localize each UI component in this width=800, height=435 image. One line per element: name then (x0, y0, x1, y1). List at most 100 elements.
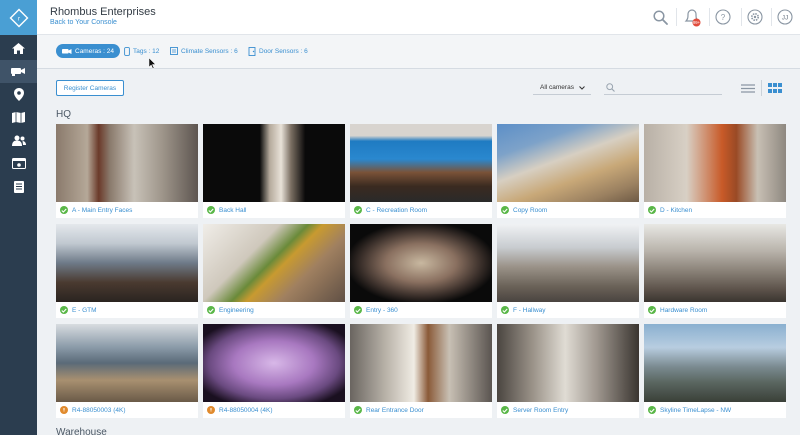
search-button[interactable] (651, 7, 669, 27)
camera-thumbnail[interactable] (497, 124, 639, 202)
tab-door-sensors[interactable]: Door Sensors : 6 (248, 44, 308, 58)
camera-card[interactable]: D - Kitchen (644, 124, 786, 218)
rhombus-logo[interactable]: r (0, 0, 37, 35)
nav-reports[interactable] (0, 175, 37, 198)
nav-cameras[interactable] (0, 60, 37, 83)
camera-name[interactable]: Engineering (219, 307, 254, 314)
map-icon (12, 112, 25, 123)
camera-thumbnail[interactable] (644, 224, 786, 302)
user-avatar-button[interactable]: JJ (775, 7, 795, 27)
svg-text:r: r (18, 16, 20, 22)
notifications-button[interactable]: 99+ (682, 7, 704, 27)
camera-name[interactable]: R4-88050004 (4K) (219, 407, 272, 414)
camera-name[interactable]: E - GTM (72, 307, 97, 314)
camera-thumbnail[interactable] (497, 324, 639, 402)
org-name: Rhombus Enterprises (50, 6, 156, 18)
camera-name[interactable]: Server Room Entry (513, 407, 568, 414)
camera-thumbnail[interactable] (350, 324, 492, 402)
list-view-toggle[interactable] (739, 80, 757, 96)
camera-name[interactable]: Entry - 360 (366, 307, 398, 314)
svg-text:?: ? (721, 13, 726, 22)
status-badge (501, 306, 509, 314)
camera-card[interactable]: Back Hall (203, 124, 345, 218)
camera-search (604, 81, 722, 95)
camera-card[interactable]: Rear Entrance Door (350, 324, 492, 418)
sidebar: r (0, 0, 37, 435)
camera-thumbnail[interactable] (350, 124, 492, 202)
camera-card[interactable]: Copy Room (497, 124, 639, 218)
camera-name[interactable]: R4-88050003 (4K) (72, 407, 125, 414)
camera-caption: R4-88050004 (4K) (203, 402, 345, 418)
tab-door-sensors-label: Door Sensors : 6 (259, 47, 308, 55)
climate-sensor-icon (170, 47, 178, 55)
status-badge (207, 406, 215, 414)
nav-video-player[interactable] (0, 152, 37, 175)
video-player-icon (11, 158, 26, 169)
grid-view-icon (768, 83, 782, 93)
camera-name[interactable]: Back Hall (219, 207, 246, 214)
camera-thumbnail[interactable] (644, 324, 786, 402)
camera-name[interactable]: Skyline TimeLapse - NW (660, 407, 731, 414)
camera-caption: R4-88050003 (4K) (56, 402, 198, 418)
camera-caption: F - Hallway (497, 302, 639, 318)
camera-card[interactable]: C - Recreation Room (350, 124, 492, 218)
status-badge (60, 206, 68, 214)
view-toggle-divider (761, 80, 762, 96)
camera-name[interactable]: A - Main Entry Faces (72, 207, 132, 214)
status-badge (207, 206, 215, 214)
nav-users[interactable] (0, 129, 37, 152)
camera-name[interactable]: F - Hallway (513, 307, 546, 314)
camera-thumbnail[interactable] (203, 324, 345, 402)
settings-button[interactable] (745, 7, 765, 27)
tab-tags[interactable]: Tags : 12 (124, 44, 159, 58)
nav-map[interactable] (0, 106, 37, 129)
grid-view-toggle[interactable] (766, 80, 784, 96)
top-header: Rhombus Enterprises Back to Your Console… (37, 0, 800, 35)
camera-filter-select[interactable]: All cameras (533, 81, 591, 95)
search-input[interactable] (620, 81, 720, 94)
camera-thumbnail[interactable] (644, 124, 786, 202)
camera-card[interactable]: A - Main Entry Faces (56, 124, 198, 218)
camera-card[interactable]: Entry - 360 (350, 224, 492, 318)
status-badge (207, 306, 215, 314)
back-to-console-link[interactable]: Back to Your Console (50, 19, 117, 26)
nav-locations[interactable] (0, 83, 37, 106)
camera-thumbnail[interactable] (56, 124, 198, 202)
tab-cameras[interactable]: Cameras : 24 (56, 44, 121, 58)
status-badge (60, 306, 68, 314)
camera-card[interactable]: Engineering (203, 224, 345, 318)
camera-thumbnail[interactable] (350, 224, 492, 302)
camera-caption: E - GTM (56, 302, 198, 318)
camera-thumbnail[interactable] (497, 224, 639, 302)
tag-icon (124, 46, 130, 56)
camera-card[interactable]: R4-88050004 (4K) (203, 324, 345, 418)
camera-name[interactable]: D - Kitchen (660, 207, 692, 214)
nav-home[interactable] (0, 37, 37, 60)
tab-climate-sensors[interactable]: Climate Sensors : 6 (170, 44, 238, 58)
camera-name[interactable]: Hardware Room (660, 307, 707, 314)
camera-thumbnail[interactable] (56, 324, 198, 402)
register-cameras-button[interactable]: Register Cameras (56, 80, 124, 96)
camera-card[interactable]: E - GTM (56, 224, 198, 318)
status-badge (354, 206, 362, 214)
header-divider (709, 8, 710, 26)
camera-card[interactable]: Server Room Entry (497, 324, 639, 418)
camera-thumbnail[interactable] (203, 124, 345, 202)
camera-caption: Entry - 360 (350, 302, 492, 318)
camera-card[interactable]: F - Hallway (497, 224, 639, 318)
users-icon (11, 135, 26, 146)
help-button[interactable]: ? (713, 7, 733, 27)
camera-name[interactable]: Copy Room (513, 207, 547, 214)
camera-name[interactable]: C - Recreation Room (366, 207, 427, 214)
camera-caption: Back Hall (203, 202, 345, 218)
camera-name[interactable]: Rear Entrance Door (366, 407, 424, 414)
status-badge (501, 406, 509, 414)
help-icon: ? (715, 9, 731, 25)
camera-card[interactable]: Hardware Room (644, 224, 786, 318)
camera-thumbnail[interactable] (56, 224, 198, 302)
chevron-down-icon (579, 85, 585, 90)
camera-thumbnail[interactable] (203, 224, 345, 302)
camera-card[interactable]: Skyline TimeLapse - NW (644, 324, 786, 418)
camera-caption: Engineering (203, 302, 345, 318)
camera-card[interactable]: R4-88050003 (4K) (56, 324, 198, 418)
